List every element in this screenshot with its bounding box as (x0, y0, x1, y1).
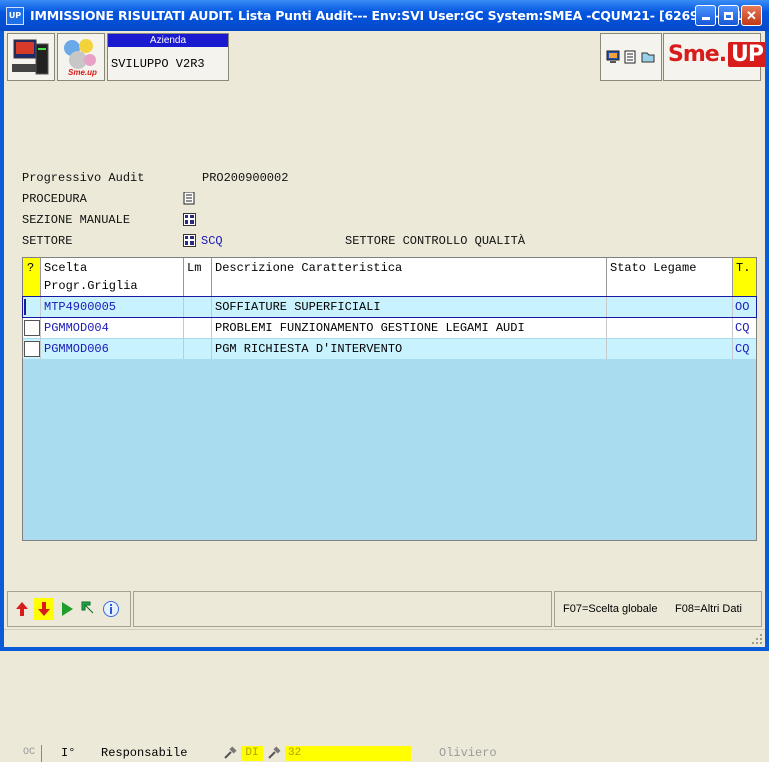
header-scelta-label: Scelta (44, 261, 88, 275)
grid-footer: OC I° Responsabile DI 32 Oliviero (23, 745, 756, 762)
row-stato (607, 339, 733, 359)
settore-description: SETTORE CONTROLLO QUALITÀ (345, 234, 526, 248)
row-checkbox[interactable] (24, 341, 40, 357)
procedura-document-icon[interactable] (183, 192, 196, 205)
arrow-down-icon (38, 602, 50, 616)
toolbar-icons-group (600, 33, 662, 81)
back-arrow-icon[interactable] (80, 600, 96, 616)
table-row[interactable]: MTP4900005 SOFFIATURE SUPERFICIALI OO (22, 296, 757, 318)
row-lm (184, 297, 212, 317)
close-button[interactable]: ✕ (741, 5, 762, 26)
bottom-bar: F07=Scelta globale F08=Altri Dati (4, 589, 765, 629)
row-description: PGM RICHIESTA D'INTERVENTO (212, 339, 607, 359)
header-t-label: T. (736, 261, 751, 275)
row-code[interactable]: PGMMOD006 (41, 339, 184, 359)
monitor-icon[interactable] (606, 50, 620, 64)
row-checkbox-cell[interactable] (23, 318, 41, 338)
progressivo-label: Progressivo Audit (22, 171, 145, 185)
row-stato (607, 318, 733, 338)
window-title: IMMISSIONE RISULTATI AUDIT. Lista Punti … (30, 8, 748, 23)
header-stato-label: Stato Legame (610, 261, 697, 275)
settore-label: SETTORE (22, 234, 73, 248)
settore-grid-icon[interactable] (183, 234, 196, 247)
arrow-down-button[interactable] (34, 598, 54, 620)
f08-key[interactable]: F08=Altri Dati (675, 603, 742, 615)
close-icon: ✕ (746, 8, 757, 23)
header-stato-column[interactable]: Stato Legame (607, 258, 733, 296)
status-bar (4, 629, 765, 648)
row-code[interactable]: PGMMOD004 (41, 318, 184, 338)
computer-button[interactable] (7, 33, 55, 81)
minimize-button[interactable] (695, 5, 716, 26)
procedura-label: PROCEDURA (22, 192, 87, 206)
row-checkbox-cell[interactable] (23, 297, 41, 317)
function-keys-panel: F07=Scelta globale F08=Altri Dati (554, 591, 762, 627)
title-bar: UP IMMISSIONE RISULTATI AUDIT. Lista Pun… (0, 0, 769, 31)
f07-key[interactable]: F07=Scelta globale (563, 603, 657, 615)
smeup-brand-logo: Sme. UP (668, 42, 767, 67)
header-select-label: ? (27, 261, 35, 275)
header-descrizione-label: Descrizione Caratteristica (215, 261, 403, 275)
header-t-column[interactable]: T. (733, 258, 756, 296)
maximize-button[interactable] (718, 5, 739, 26)
row-checkbox[interactable] (24, 320, 40, 336)
header-descrizione-column[interactable]: Descrizione Caratteristica (212, 258, 607, 296)
row-code[interactable]: MTP4900005 (41, 297, 184, 317)
row-lm (184, 339, 212, 359)
application-window: UP IMMISSIONE RISULTATI AUDIT. Lista Pun… (0, 0, 769, 762)
row-checkbox[interactable] (24, 299, 26, 315)
row-type: CQ (735, 321, 750, 335)
minimize-icon (696, 6, 715, 25)
play-icon[interactable] (60, 601, 74, 617)
resize-grip-icon[interactable] (751, 633, 763, 645)
azienda-value: SVILUPPO V2R3 (111, 57, 205, 71)
document-icon[interactable] (623, 50, 637, 64)
arrow-up-icon[interactable] (15, 601, 29, 617)
logo-caption: Sme.up (68, 68, 97, 77)
row-lm (184, 318, 212, 338)
row-type: CQ (735, 342, 750, 356)
azienda-box: Azienda SVILUPPO V2R3 (107, 33, 229, 81)
header-lm-column[interactable]: Lm (184, 258, 212, 296)
footer-di-badge: DI (241, 746, 263, 761)
footer-responsabile: Responsabile (101, 746, 188, 760)
header-scelta-column[interactable]: Scelta Progr.Griglia (41, 258, 184, 296)
smeup-logo-button[interactable]: Sme.up (57, 33, 105, 81)
computer-icon (12, 39, 49, 75)
settore-code[interactable]: SCQ (201, 234, 223, 248)
header-progr-label: Progr.Griglia (44, 279, 138, 293)
row-checkbox-cell[interactable] (23, 339, 41, 359)
toolbar: Sme.up Azienda SVILUPPO V2R3 Sme. UP (4, 31, 767, 85)
footer-number-field[interactable]: 32 (285, 746, 411, 761)
hammer-icon[interactable] (267, 746, 281, 760)
smeup-brand-box: Sme. UP (663, 33, 767, 81)
table-row[interactable]: PGMMOD006 PGM RICHIESTA D'INTERVENTO CQ (23, 339, 756, 359)
row-description: SOFFIATURE SUPERFICIALI (212, 297, 607, 317)
footer-ordinal: I° (61, 746, 76, 760)
brand-sme: Sme. (668, 42, 727, 67)
row-stato (607, 297, 733, 317)
header-lm-label: Lm (187, 261, 202, 275)
footer-oc: OC (23, 747, 36, 758)
grid-header: ? Scelta Progr.Griglia Lm Descrizione Ca… (23, 258, 756, 297)
table-row[interactable]: PGMMOD004 PROBLEMI FUNZIONAMENTO GESTION… (23, 318, 756, 338)
row-type: OO (735, 300, 750, 314)
footer-name: Oliviero (439, 746, 497, 760)
header-select-column[interactable]: ? (23, 258, 41, 296)
sezione-label: SEZIONE MANUALE (22, 213, 131, 227)
sezione-grid-icon[interactable] (183, 213, 196, 226)
app-icon: UP (6, 7, 24, 25)
navigation-panel (7, 591, 131, 627)
row-description: PROBLEMI FUNZIONAMENTO GESTIONE LEGAMI A… (212, 318, 607, 338)
client-area: Sme.up Azienda SVILUPPO V2R3 Sme. UP Pro… (4, 31, 767, 762)
audit-points-grid: ? Scelta Progr.Griglia Lm Descrizione Ca… (22, 257, 757, 762)
info-icon[interactable] (102, 600, 120, 618)
hammer-icon[interactable] (223, 746, 237, 760)
maximize-icon (719, 6, 738, 25)
azienda-label: Azienda (108, 34, 228, 47)
progressivo-value: PRO200900002 (202, 171, 289, 185)
message-panel (133, 591, 552, 627)
folder-icon[interactable] (640, 50, 656, 64)
brand-up: UP (728, 42, 767, 67)
